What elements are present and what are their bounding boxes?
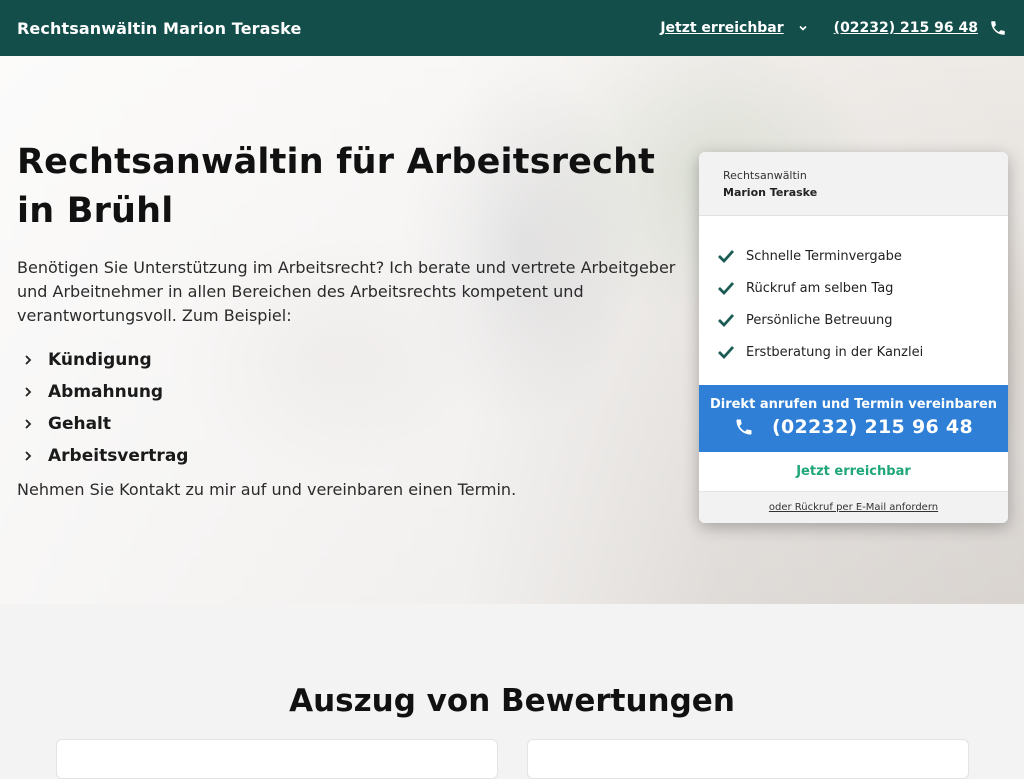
- list-item: Schnelle Terminvergabe: [717, 240, 990, 272]
- call-button-number-row: (02232) 215 96 48: [699, 416, 1008, 438]
- check-icon: [718, 314, 735, 327]
- chevron-right-icon: [25, 451, 32, 461]
- hero-intro-text: Benötigen Sie Unterstützung im Arbeitsre…: [17, 258, 676, 325]
- benefit-list: Schnelle Terminvergabe Rückruf am selben…: [699, 216, 1008, 385]
- chevron-right-icon: [25, 355, 32, 365]
- benefit-label: Schnelle Terminvergabe: [746, 248, 902, 264]
- page-title: Rechtsanwältin für Arbeitsrecht in Brühl: [17, 138, 677, 236]
- list-item: Arbeitsvertrag: [22, 440, 188, 472]
- phone-icon: [736, 419, 752, 435]
- title-line-1: Rechtsanwältin für Arbeitsrecht: [17, 142, 656, 182]
- benefit-label: Rückruf am selben Tag: [746, 280, 894, 296]
- site-brand[interactable]: Rechtsanwältin Marion Teraske: [17, 19, 301, 38]
- review-card-2: [527, 739, 969, 779]
- list-item: Abmahnung: [22, 376, 188, 408]
- topic-list: Kündigung Abmahnung Gehalt Arbeitsvertra…: [22, 344, 188, 472]
- call-button-label: Direkt anrufen und Termin vereinbaren: [709, 397, 998, 412]
- card-lawyer-name: Marion Teraske: [723, 186, 818, 199]
- chevron-right-icon: [25, 387, 32, 397]
- chevron-down-icon[interactable]: [798, 23, 808, 33]
- list-item: Rückruf am selben Tag: [717, 272, 990, 304]
- call-number: (02232) 215 96 48: [772, 416, 973, 438]
- availability-status[interactable]: Jetzt erreichbar: [699, 452, 1008, 492]
- reviews-heading: Auszug von Bewertungen: [289, 683, 735, 719]
- header-phone-link[interactable]: (02232) 215 96 48: [834, 20, 978, 36]
- topic-label: Abmahnung: [48, 382, 164, 402]
- check-icon: [718, 346, 735, 359]
- availability-link[interactable]: Jetzt erreichbar: [660, 20, 783, 36]
- list-item: Persönliche Betreuung: [717, 304, 990, 336]
- topic-label: Kündigung: [48, 350, 152, 370]
- topic-label: Gehalt: [48, 414, 112, 434]
- list-item: Kündigung: [22, 344, 188, 376]
- topic-label: Arbeitsvertrag: [48, 446, 189, 466]
- check-icon: [718, 282, 735, 295]
- chevron-right-icon: [25, 419, 32, 429]
- review-card-1: [56, 739, 498, 779]
- benefit-label: Persönliche Betreuung: [746, 312, 893, 328]
- list-item: Gehalt: [22, 408, 188, 440]
- list-item: Erstberatung in der Kanzlei: [717, 336, 990, 368]
- email-callback-link[interactable]: oder Rückruf per E-Mail anfordern: [699, 492, 1008, 523]
- header-actions: Jetzt erreichbar (02232) 215 96 48: [660, 19, 1007, 37]
- card-subtitle: Rechtsanwältin: [723, 169, 807, 182]
- card-header: Rechtsanwältin Marion Teraske: [699, 152, 1008, 216]
- contact-card: Rechtsanwältin Marion Teraske Schnelle T…: [699, 152, 1008, 523]
- call-button[interactable]: Direkt anrufen und Termin vereinbaren (0…: [699, 385, 1008, 452]
- title-line-2: in Brühl: [17, 191, 174, 231]
- check-icon: [718, 250, 735, 263]
- benefit-label: Erstberatung in der Kanzlei: [746, 344, 924, 360]
- site-header: Rechtsanwältin Marion Teraske Jetzt erre…: [0, 0, 1024, 56]
- phone-icon[interactable]: [989, 19, 1007, 37]
- hero-outro-text: Nehmen Sie Kontakt zu mir auf und verein…: [17, 480, 517, 499]
